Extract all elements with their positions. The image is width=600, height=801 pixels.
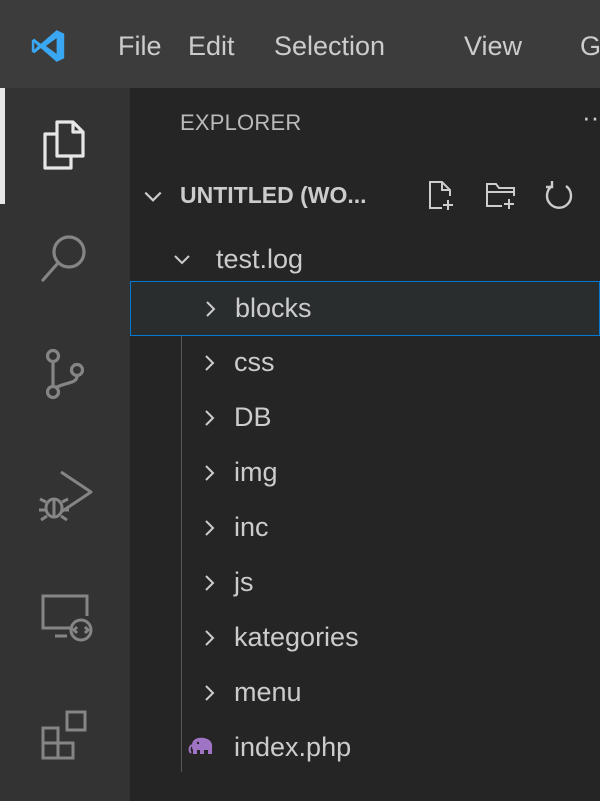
- chevron-right-icon: [205, 410, 215, 426]
- tree-item-kategories[interactable]: kategories: [130, 611, 600, 666]
- extensions-icon[interactable]: [37, 706, 93, 762]
- run-debug-icon[interactable]: [37, 466, 93, 522]
- new-folder-icon[interactable]: [484, 178, 518, 212]
- chevron-down-icon: [174, 255, 190, 265]
- tree-item-label: css: [234, 347, 275, 377]
- explorer-sidebar: EXPLORER ··· UNTITLED (WO...: [130, 88, 600, 801]
- new-file-icon[interactable]: [424, 178, 458, 212]
- search-icon[interactable]: [37, 230, 93, 286]
- chevron-right-icon: [205, 355, 215, 371]
- tree-item-label: js: [234, 567, 254, 597]
- tree-item-label: index.php: [234, 732, 352, 762]
- activity-bar: [0, 88, 130, 801]
- tree-item-blocks[interactable]: blocks: [130, 281, 600, 336]
- tree-item-index-php[interactable]: index.php: [130, 721, 600, 776]
- tree-item-label: menu: [234, 677, 302, 707]
- tree-item-label: kategories: [234, 622, 359, 652]
- root-folder[interactable]: test.log: [130, 233, 600, 288]
- more-actions-button[interactable]: ···: [582, 102, 600, 133]
- chevron-right-icon: [205, 465, 215, 481]
- explorer-title: EXPLORER: [180, 110, 302, 135]
- workspace-header[interactable]: UNTITLED (WO...: [130, 168, 600, 224]
- remote-explorer-icon[interactable]: [37, 588, 93, 644]
- tree-item-menu[interactable]: menu: [130, 666, 600, 721]
- tree-item-label: DB: [234, 402, 272, 432]
- menu-view[interactable]: View: [464, 26, 522, 66]
- chevron-down-icon: [144, 191, 162, 202]
- menu-file[interactable]: File: [118, 26, 162, 66]
- tree-item-label: blocks: [235, 293, 312, 323]
- tree-item-js[interactable]: js: [130, 556, 600, 611]
- chevron-right-icon: [205, 685, 215, 701]
- chevron-right-icon: [205, 630, 215, 646]
- tree-item-label: inc: [234, 512, 269, 542]
- vscode-logo-icon: [31, 30, 65, 62]
- chevron-right-icon: [205, 575, 215, 591]
- tree-item-db[interactable]: DB: [130, 391, 600, 446]
- refresh-icon[interactable]: [542, 178, 576, 212]
- active-indicator: [0, 88, 5, 204]
- tree-item-inc[interactable]: inc: [130, 501, 600, 556]
- chevron-right-icon: [205, 520, 215, 536]
- php-elephant-icon: [188, 737, 213, 754]
- menu-go[interactable]: G: [580, 26, 600, 66]
- vscode-window: File Edit Selection View G EXPLORER ·· U…: [0, 0, 600, 801]
- root-folder-label: test.log: [216, 244, 304, 274]
- tree-item-css[interactable]: css: [130, 336, 600, 391]
- workspace-title: UNTITLED (WO...: [180, 182, 367, 208]
- menu-edit[interactable]: Edit: [188, 26, 235, 66]
- tree-item-img[interactable]: img: [130, 446, 600, 501]
- source-control-icon[interactable]: [37, 346, 93, 402]
- title-bar: File Edit Selection View G: [0, 0, 600, 88]
- tree-item-label: img: [234, 457, 278, 487]
- menu-selection[interactable]: Selection: [274, 26, 385, 66]
- chevron-right-icon: [206, 301, 216, 317]
- explorer-icon[interactable]: [37, 116, 93, 172]
